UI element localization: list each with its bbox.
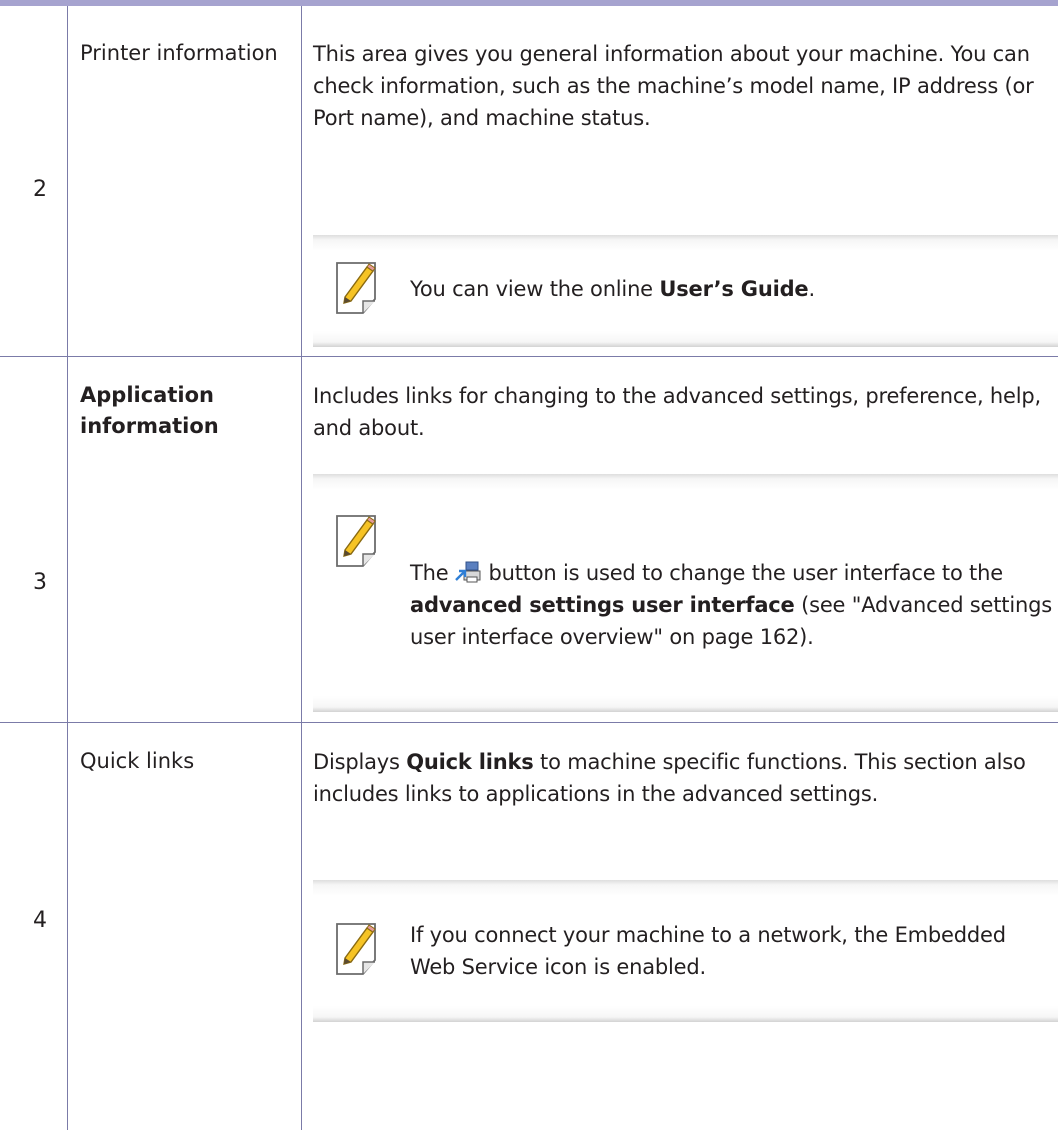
table-column-divider (301, 6, 302, 1130)
row-number: 4 (33, 908, 47, 933)
note-text: If you connect your machine to a network… (410, 923, 1006, 979)
note-text: The button is used to change the user int… (410, 560, 1052, 649)
row-description: Includes links for changing to the advan… (313, 384, 1041, 440)
row-description: This area gives you general information … (313, 42, 1034, 130)
table-row-divider (0, 722, 1058, 723)
note-box: You can view the online User’s Guide. (313, 235, 1058, 347)
note-text: You can view the online User’s Guide. (410, 277, 815, 301)
row-label: Application information (80, 383, 219, 438)
table-top-rule (0, 0, 1058, 6)
note-box: The button is used to change the user int… (313, 474, 1058, 712)
table-column-divider (67, 6, 68, 1130)
note-pencil-icon (335, 922, 381, 976)
row-number: 3 (33, 570, 47, 595)
quick-links-text: Quick links (406, 750, 534, 774)
row-number: 2 (33, 177, 47, 202)
advanced-settings-switch-icon[interactable] (454, 560, 482, 584)
row-description: Displays Quick links to machine specific… (313, 750, 1026, 806)
table-row-divider (0, 356, 1058, 357)
note-box: If you connect your machine to a network… (313, 880, 1058, 1022)
row-label: Printer information (80, 41, 278, 65)
row-label: Quick links (80, 749, 195, 773)
note-pencil-icon (335, 514, 381, 568)
users-guide-link[interactable]: User’s Guide (659, 277, 808, 301)
note-pencil-icon (335, 261, 381, 315)
